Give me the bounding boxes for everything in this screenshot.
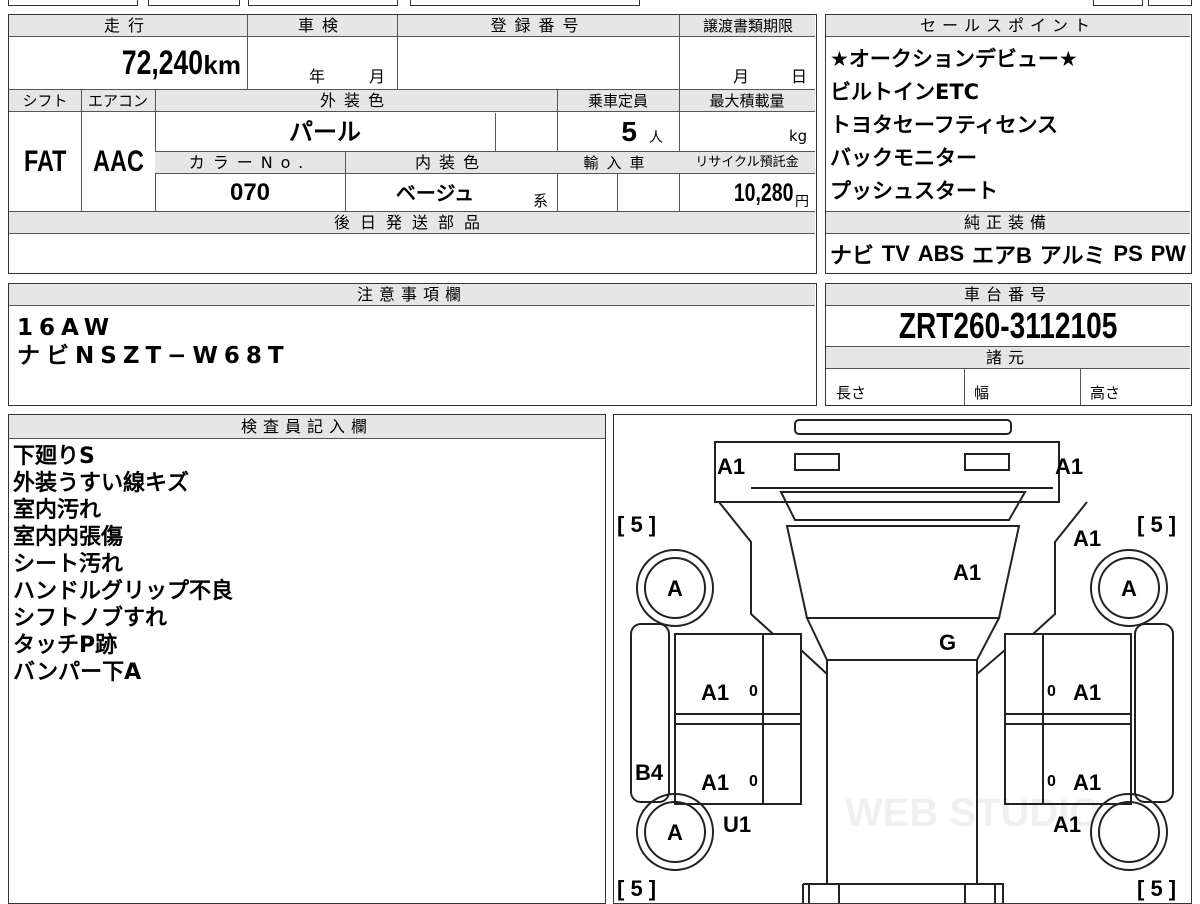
tire-rl: [ 5 ]	[617, 876, 656, 901]
genuine-item: ABS	[917, 241, 965, 266]
exterior-color-value: パール	[289, 118, 361, 146]
genuine-item: エアB	[972, 243, 1032, 268]
damage-diagram-box: [ 5 ] [ 5 ] [ 5 ] [ 5 ] A1 A1 A1 A1 G A …	[613, 414, 1192, 904]
recycle-deposit-unit: 円	[795, 194, 809, 210]
max-load-unit: kg	[789, 127, 808, 145]
top-strip	[0, 0, 1200, 8]
inspector-line: タッチP跡	[13, 633, 118, 658]
inspector-box: 検査員記入欄 下廻りS 外装うすい線キズ 室内汚れ 室内内張傷 シート汚れ ハン…	[8, 414, 606, 904]
transfer-day-unit: 日	[791, 67, 808, 86]
mileage-label: 走行	[103, 16, 152, 35]
inspector-line: バンパー下A	[13, 660, 142, 685]
registration-label: 登録番号	[490, 16, 587, 35]
notes-content: 16AW ナビNSZT−W68T	[17, 314, 290, 370]
mark-door-small: 0	[1047, 683, 1056, 700]
inspector-notes: 下廻りS 外装うすい線キズ 室内汚れ 室内内張傷 シート汚れ ハンドルグリップ不…	[13, 443, 233, 686]
interior-color-label: 内装色	[414, 153, 487, 172]
ac-label: エアコン	[87, 92, 148, 110]
mark-right-front-fender: A1	[1073, 526, 1101, 551]
sales-point-item: バックモニター	[830, 146, 977, 170]
mark-left-sill: B4	[635, 760, 664, 785]
capacity-label: 乗車定員	[587, 92, 648, 110]
mark-door-small: 0	[749, 683, 758, 700]
transfer-month-unit: 月	[733, 67, 750, 86]
capacity-value: 5	[621, 116, 637, 147]
genuine-equipment-label: 純正装備	[826, 212, 1190, 234]
length-label: 長さ	[836, 384, 867, 402]
sales-points-label: セールスポイント	[826, 15, 1190, 37]
genuine-equipment-list: ナビ TV ABS エアB アルミ PS PW	[826, 237, 1190, 271]
recycle-deposit-value: 10,280	[733, 179, 793, 207]
inspection-month-unit: 月	[369, 67, 386, 86]
inspector-line: 外装うすい線キズ	[13, 471, 190, 496]
width-label: 幅	[974, 384, 990, 402]
notes-line: ナビNSZT−W68T	[17, 343, 290, 369]
sales-point-item: ビルトインETC	[830, 80, 980, 104]
mark-windshield: G	[939, 630, 956, 655]
tire-fr: [ 5 ]	[1137, 512, 1176, 537]
mark-hood: A1	[953, 560, 981, 585]
watermark: WEB STUDIO	[845, 791, 1101, 835]
genuine-item: TV	[881, 241, 910, 266]
color-no-label: カラーNo.	[188, 153, 312, 172]
mark-right-front-door: A1	[1073, 680, 1101, 705]
shift-label: シフト	[22, 92, 68, 110]
genuine-item: PW	[1150, 241, 1187, 266]
inspector-line: 室内内張傷	[13, 525, 124, 550]
mark-left-rear-door: A1	[701, 770, 729, 795]
sales-points-box: セールスポイント ★オークションデビュー★ ビルトインETC トヨタセーフティセ…	[825, 14, 1192, 274]
inspection-year-unit: 年	[309, 67, 326, 86]
mark-left-rear-fender: U1	[723, 812, 751, 837]
inspector-line: シフトノブすれ	[13, 606, 168, 631]
inspector-label: 検査員記入欄	[9, 415, 605, 439]
genuine-item: アルミ	[1039, 243, 1106, 268]
height-label: 高さ	[1090, 384, 1121, 402]
sales-point-item: ★オークションデビュー★	[830, 47, 1078, 71]
ac-value: AAC	[92, 145, 144, 178]
shift-value: FAT	[23, 145, 67, 178]
inspector-line: ハンドルグリップ不良	[13, 579, 234, 604]
capacity-unit: 人	[649, 130, 663, 146]
mark-door-small: 0	[1047, 773, 1056, 790]
inspector-line: シート汚れ	[13, 552, 124, 577]
interior-color-value: ベージュ	[395, 181, 475, 205]
inspector-line: 室内汚れ	[13, 498, 102, 523]
genuine-item: ナビ	[829, 243, 874, 268]
mark-front-right: A1	[1055, 454, 1083, 479]
sales-point-item: プッシュスタート	[830, 179, 998, 203]
wheel-fr-mark: A	[1121, 576, 1137, 601]
exterior-color-label: 外装色	[319, 91, 392, 110]
interior-color-suffix: 系	[533, 192, 549, 210]
wheel-fl-mark: A	[667, 576, 683, 601]
car-diagram: [ 5 ] [ 5 ] [ 5 ] [ 5 ] A1 A1 A1 A1 G A …	[617, 419, 1176, 903]
wheel-rl-mark: A	[667, 820, 683, 845]
mark-left-front-door: A1	[701, 680, 729, 705]
tire-rr: [ 5 ]	[1137, 876, 1176, 901]
chassis-label: 車台番号	[826, 284, 1190, 306]
sales-point-item: トヨタセーフティセンス	[830, 113, 1059, 137]
inspection-label: 車検	[297, 16, 346, 35]
chassis-box: 車台番号 ZRT260-3112105 諸元 長さ 幅 高さ	[825, 283, 1192, 406]
notes-box: 注意事項欄 16AW ナビNSZT−W68T	[8, 283, 817, 406]
recycle-deposit-label: リサイクル預託金	[695, 155, 799, 170]
tire-fl: [ 5 ]	[617, 512, 656, 537]
vehicle-info-box: 走行 車検 登録番号 譲渡書類期限 72,240km 年 月 月 日 シフト エ…	[8, 14, 817, 274]
transfer-deadline-label: 譲渡書類期限	[702, 17, 793, 35]
genuine-item: PS	[1113, 241, 1143, 266]
max-load-label: 最大積載量	[709, 92, 785, 110]
sales-points-list: ★オークションデビュー★ ビルトインETC トヨタセーフティセンス バックモニタ…	[826, 43, 1190, 208]
mileage-value: 72,240km	[122, 44, 241, 82]
inspector-line: 下廻りS	[13, 444, 95, 469]
import-label: 輸入車	[583, 154, 653, 172]
later-parts-label: 後日発送部品	[333, 213, 490, 232]
notes-label: 注意事項欄	[9, 284, 815, 306]
mark-front-left: A1	[717, 454, 745, 479]
specs-label: 諸元	[826, 347, 1190, 369]
mark-door-small: 0	[749, 773, 758, 790]
color-no-value: 070	[229, 179, 271, 206]
chassis-number: ZRT260-3112105	[898, 305, 1118, 346]
notes-line: 16AW	[17, 315, 116, 341]
